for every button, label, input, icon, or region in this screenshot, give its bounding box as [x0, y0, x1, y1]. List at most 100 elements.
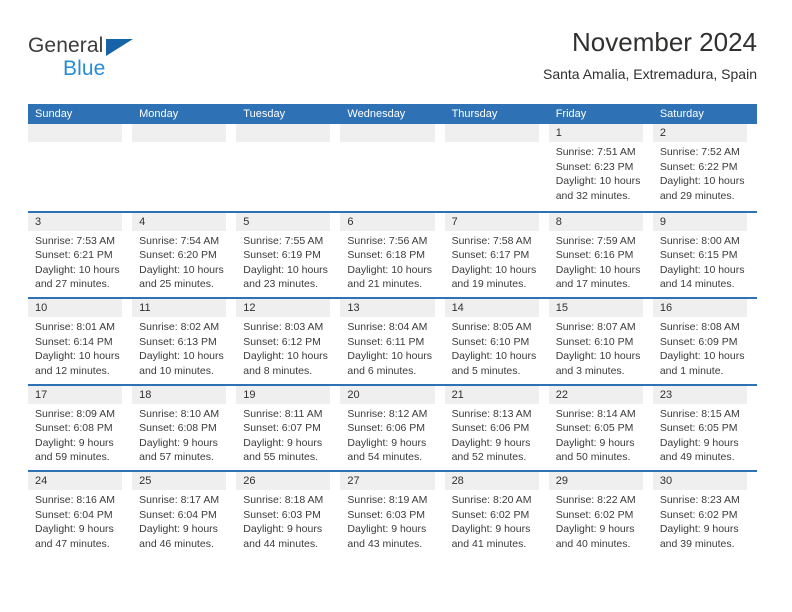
day-number-band: 7 — [444, 212, 539, 231]
calendar-day-cell[interactable]: 12 Sunrise: 8:03 AM Sunset: 6:12 PM Dayligh… — [236, 299, 341, 384]
daylight-text: Daylight: 10 hours — [35, 350, 120, 362]
day-number-band: 24 — [28, 472, 123, 490]
sunset-text: Sunset: 6:02 PM — [555, 508, 634, 521]
daylight-text: and 1 minute. — [659, 364, 724, 377]
sunrise-text: Sunrise: 8:00 AM — [659, 234, 740, 247]
calendar-day-cell[interactable]: 1 Sunrise: 7:51 AM Sunset: 6:23 PM Daylight… — [548, 124, 653, 211]
calendar-day-cell[interactable]: 24 Sunrise: 8:16 AM Sunset: 6:04 PM Dayligh… — [28, 472, 133, 557]
day-number-band: 25 — [132, 472, 227, 490]
calendar-day-cell[interactable]: 29 Sunrise: 8:22 AM Sunset: 6:02 PM Dayligh… — [548, 472, 653, 557]
day-number-band: 16 — [652, 299, 747, 317]
calendar-day-cell[interactable]: 2 Sunrise: 7:52 AM Sunset: 6:22 PM Daylight… — [652, 124, 757, 211]
calendar-day-cell[interactable]: 14 Sunrise: 8:05 AM Sunset: 6:10 PM Dayligh… — [444, 299, 549, 384]
daylight-text: and 25 minutes. — [139, 278, 214, 290]
calendar-day-cell[interactable]: 21 Sunrise: 8:13 AM Sunset: 6:06 PM Dayligh… — [444, 385, 549, 470]
calendar-day-cell[interactable]: 28 Sunrise: 8:20 AM Sunset: 6:02 PM Dayligh… — [444, 472, 549, 557]
calendar-day-cell-empty — [132, 124, 237, 211]
day-detail-lines: Sunrise: 7:54 AM Sunset: 6:20 PM Daylight:… — [132, 231, 231, 292]
day-number: 5 — [243, 215, 250, 228]
day-detail-lines: Sunrise: 8:08 AM Sunset: 6:09 PM Daylight:… — [653, 317, 752, 378]
day-number-band: 29 — [548, 472, 643, 490]
sunset-text: Sunset: 6:02 PM — [659, 508, 738, 521]
sunset-text: Sunset: 6:21 PM — [35, 249, 113, 261]
day-detail-lines — [28, 142, 127, 145]
day-number-band: 22 — [548, 385, 643, 404]
sunrise-text: Sunrise: 7:54 AM — [139, 234, 220, 247]
day-detail-lines: Sunrise: 8:03 AM Sunset: 6:12 PM Daylight:… — [236, 317, 335, 378]
day-number: 4 — [139, 215, 146, 228]
day-number-band — [28, 124, 123, 142]
calendar-day-cell[interactable]: 8 Sunrise: 7:59 AM Sunset: 6:16 PM Daylight… — [548, 212, 653, 297]
day-of-week-header: Saturday — [659, 108, 704, 120]
calendar-day-cell[interactable]: 6 Sunrise: 7:56 AM Sunset: 6:18 PM Daylight… — [340, 212, 445, 297]
sunrise-text: Sunrise: 7:59 AM — [555, 234, 636, 247]
day-detail-lines — [236, 142, 335, 145]
sunset-text: Sunset: 6:04 PM — [139, 508, 217, 521]
daylight-text: Daylight: 10 hours — [139, 263, 224, 276]
day-detail-lines: Sunrise: 8:10 AM Sunset: 6:08 PM Daylight:… — [132, 404, 231, 465]
day-detail-lines — [132, 142, 231, 145]
daylight-text: and 29 minutes. — [659, 189, 735, 202]
calendar-day-cell[interactable]: 10 Sunrise: 8:01 AM Sunset: 6:14 PM Dayligh… — [28, 299, 133, 384]
calendar-day-cell[interactable]: 19 Sunrise: 8:11 AM Sunset: 6:07 PM Dayligh… — [236, 385, 341, 470]
sunrise-text: Sunrise: 8:05 AM — [451, 321, 532, 333]
day-number: 9 — [659, 215, 666, 228]
daylight-text: Daylight: 10 hours — [555, 263, 641, 276]
sunrise-text: Sunrise: 8:22 AM — [555, 494, 636, 506]
daylight-text: Daylight: 10 hours — [451, 263, 537, 276]
day-number-band: 8 — [548, 212, 643, 231]
sunset-text: Sunset: 6:07 PM — [243, 422, 321, 434]
calendar-day-cell[interactable]: 5 Sunrise: 7:55 AM Sunset: 6:19 PM Daylight… — [236, 212, 341, 297]
calendar-day-cell[interactable]: 15 Sunrise: 8:07 AM Sunset: 6:10 PM Dayligh… — [548, 299, 653, 384]
sunrise-text: Sunrise: 7:58 AM — [451, 234, 532, 247]
calendar-day-cell[interactable]: 17 Sunrise: 8:09 AM Sunset: 6:08 PM Dayligh… — [28, 385, 133, 470]
daylight-text: and 27 minutes. — [35, 278, 110, 290]
day-number: 25 — [139, 475, 152, 487]
day-number: 20 — [347, 388, 360, 401]
sunset-text: Sunset: 6:02 PM — [451, 508, 530, 521]
calendar-day-cell[interactable]: 4 Sunrise: 7:54 AM Sunset: 6:20 PM Daylight… — [132, 212, 237, 297]
calendar-day-cell[interactable]: 22 Sunrise: 8:14 AM Sunset: 6:05 PM Dayligh… — [548, 385, 653, 470]
calendar-day-cell[interactable]: 26 Sunrise: 8:18 AM Sunset: 6:03 PM Dayligh… — [236, 472, 341, 557]
day-number-band — [132, 124, 227, 142]
calendar-day-cell-empty — [444, 124, 549, 211]
calendar-day-cell[interactable]: 9 Sunrise: 8:00 AM Sunset: 6:15 PM Daylight… — [652, 212, 757, 297]
day-number: 11 — [139, 302, 151, 314]
sunrise-text: Sunrise: 7:52 AM — [659, 146, 740, 158]
day-number-band: 3 — [28, 212, 123, 231]
daylight-text: and 3 minutes. — [555, 364, 625, 377]
calendar-page: General Blue November 2024 Santa Amalia,… — [0, 0, 792, 612]
calendar-day-cell[interactable]: 20 Sunrise: 8:12 AM Sunset: 6:06 PM Dayligh… — [340, 385, 445, 470]
daylight-text: Daylight: 9 hours — [347, 436, 427, 449]
calendar-day-cell[interactable]: 25 Sunrise: 8:17 AM Sunset: 6:04 PM Dayligh… — [132, 472, 237, 557]
calendar-day-cell[interactable]: 13 Sunrise: 8:04 AM Sunset: 6:11 PM Dayligh… — [340, 299, 445, 384]
daylight-text: and 43 minutes. — [347, 537, 423, 550]
daylight-text: and 46 minutes. — [139, 537, 214, 550]
day-number: 27 — [347, 475, 360, 487]
calendar-day-cell[interactable]: 7 Sunrise: 7:58 AM Sunset: 6:17 PM Daylight… — [444, 212, 549, 297]
calendar-day-cell[interactable]: 18 Sunrise: 8:10 AM Sunset: 6:08 PM Dayligh… — [132, 385, 237, 470]
day-detail-lines: Sunrise: 8:02 AM Sunset: 6:13 PM Daylight:… — [132, 317, 231, 378]
sunset-text: Sunset: 6:10 PM — [555, 335, 634, 348]
calendar-day-cell[interactable]: 23 Sunrise: 8:15 AM Sunset: 6:05 PM Dayligh… — [652, 385, 757, 470]
calendar-day-cell[interactable]: 30 Sunrise: 8:23 AM Sunset: 6:02 PM Dayligh… — [652, 472, 757, 557]
calendar-day-cell[interactable]: 3 Sunrise: 7:53 AM Sunset: 6:21 PM Daylight… — [28, 212, 133, 297]
calendar-day-cell[interactable]: 11 Sunrise: 8:02 AM Sunset: 6:13 PM Dayligh… — [132, 299, 237, 384]
sunrise-text: Sunrise: 8:14 AM — [555, 407, 636, 420]
day-detail-lines: Sunrise: 8:14 AM Sunset: 6:05 PM Daylight:… — [549, 404, 648, 465]
daylight-text: and 55 minutes. — [243, 451, 318, 463]
day-detail-lines: Sunrise: 8:23 AM Sunset: 6:02 PM Daylight:… — [653, 490, 752, 551]
calendar-day-cell[interactable]: 16 Sunrise: 8:08 AM Sunset: 6:09 PM Dayligh… — [652, 299, 757, 384]
calendar-day-cell[interactable]: 27 Sunrise: 8:19 AM Sunset: 6:03 PM Dayligh… — [340, 472, 445, 557]
day-number: 29 — [555, 475, 568, 487]
day-detail-lines: Sunrise: 8:01 AM Sunset: 6:14 PM Daylight:… — [28, 317, 127, 378]
daylight-text: Daylight: 10 hours — [555, 175, 641, 187]
day-number: 14 — [451, 302, 464, 314]
brand-logo[interactable]: General Blue — [28, 34, 288, 94]
day-number: 6 — [347, 215, 354, 228]
daylight-text: Daylight: 9 hours — [347, 523, 427, 535]
sunrise-text: Sunrise: 8:13 AM — [451, 407, 532, 420]
daylight-text: and 39 minutes. — [659, 537, 735, 550]
calendar-week-row: 10 Sunrise: 8:01 AM Sunset: 6:14 PM Dayligh… — [28, 297, 757, 384]
sunset-text: Sunset: 6:14 PM — [35, 335, 113, 348]
